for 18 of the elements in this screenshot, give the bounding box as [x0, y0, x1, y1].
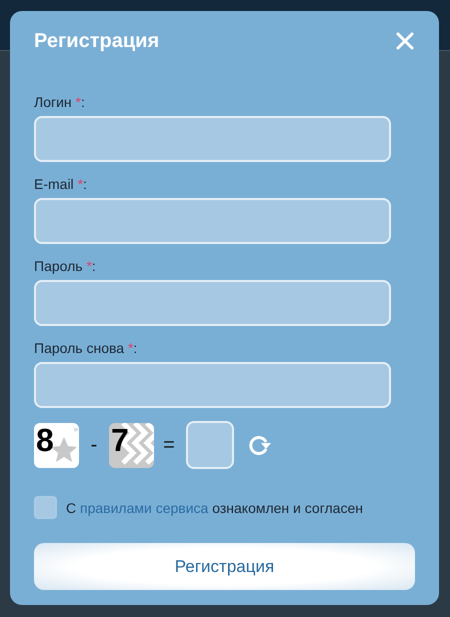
- input-field[interactable]: [34, 280, 391, 326]
- agree-checkbox[interactable]: [34, 496, 57, 519]
- minus-sign: -: [90, 434, 98, 456]
- answer-box[interactable]: [186, 421, 234, 469]
- input-field[interactable]: [34, 362, 391, 408]
- input-field[interactable]: [34, 116, 391, 162]
- captcha-digit: 8: [34, 422, 79, 468]
- field-label: E-mail *:: [34, 176, 88, 192]
- register-button[interactable]: Регистрация: [34, 543, 415, 590]
- field-label: Пароль снова *:: [34, 340, 138, 356]
- dialog-title: Регистрация: [34, 30, 160, 52]
- input-field[interactable]: [34, 198, 391, 244]
- captcha-digit: 7: [109, 422, 154, 468]
- agreement-text: С правилами сервиса ознакомлен и согласен: [66, 500, 363, 516]
- field-label: Пароль *:: [34, 258, 97, 274]
- close-icon[interactable]: [396, 32, 414, 50]
- field-label: Логин *:: [34, 94, 86, 110]
- equals-sign: =: [163, 434, 175, 456]
